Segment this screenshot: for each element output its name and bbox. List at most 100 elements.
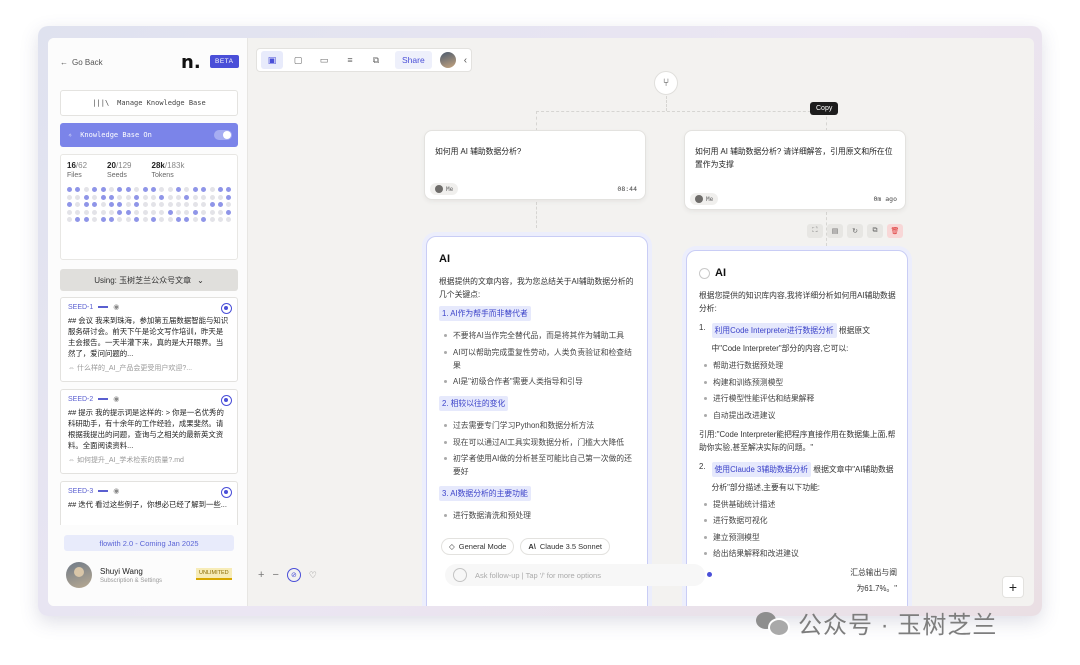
seed-dot <box>159 187 165 192</box>
list-item: 过去需要专门学习Python和数据分析方法 <box>439 419 637 432</box>
zoom-out-icon[interactable]: − <box>272 569 278 581</box>
timestamp: 08:44 <box>617 185 637 193</box>
seed-dot <box>192 194 198 200</box>
section-heading: 3. AI数据分析的主要功能 <box>439 486 531 501</box>
branch-icon[interactable]: ⑂ <box>654 71 678 95</box>
seed-card[interactable]: SEED-3 ◉ ## 迭代 看过这些例子，你想必已经了解到一些... <box>60 481 238 525</box>
lightbulb-icon[interactable]: ♡ <box>309 570 317 581</box>
eye-icon[interactable]: ◉ <box>113 487 119 495</box>
seed-dot <box>176 202 182 207</box>
list-icon[interactable]: ≡ <box>339 51 361 69</box>
seed-dot <box>209 209 215 215</box>
go-back-button[interactable]: ← Go Back <box>60 58 103 67</box>
seed-dot <box>117 217 123 222</box>
seed-dot <box>184 202 190 207</box>
list-item: 进行模型性能评估和结果解释 <box>699 392 897 405</box>
seed-source-link[interactable]: ⇔ 如何提升_AI_学术检索的质量?.md <box>68 455 230 465</box>
compass-icon[interactable]: ⊘ <box>286 568 301 582</box>
knowledge-source-select[interactable]: Using: 玉树芝兰公众号文章 ⌄ <box>60 269 238 291</box>
eye-icon[interactable]: ◉ <box>113 395 119 403</box>
user-profile[interactable]: Shuyi Wang Subscription & Settings <box>66 562 162 588</box>
seed-dot <box>67 187 72 192</box>
seed-dot <box>108 194 114 200</box>
seed-dot <box>125 202 131 207</box>
seed-select-radio[interactable] <box>221 487 232 498</box>
canvas-toolbar: ▣ ▢ ▭ ≡ ⧉ Share ‹ <box>256 48 473 72</box>
model-select[interactable]: A\ Claude 3.5 Sonnet <box>520 538 610 555</box>
anthropic-icon: A\ <box>528 542 536 551</box>
seed-dot <box>201 217 207 222</box>
seed-dot <box>201 202 207 207</box>
copy-icon[interactable]: ⧉ <box>867 224 883 238</box>
seed-dot <box>159 202 165 207</box>
seed-dot <box>117 209 123 215</box>
seed-source-link[interactable]: ⇔ 什么样的_AI_产品会更受用户欢迎?... <box>68 363 230 373</box>
seed-dot <box>226 217 232 222</box>
seed-dot <box>83 217 89 222</box>
delete-icon[interactable]: 🗑 <box>887 224 903 238</box>
seed-dot <box>176 217 182 222</box>
section-heading: 利用Code Interpreter进行数据分析 <box>711 323 837 338</box>
seed-dot <box>75 187 81 192</box>
seed-dot <box>150 202 156 207</box>
seed-dot-grid <box>67 187 232 222</box>
slides-icon[interactable]: ▭ <box>313 51 335 69</box>
follow-up-input[interactable]: Ask follow-up | Tap '/' for more options <box>445 564 712 586</box>
seed-dot <box>75 202 81 207</box>
logo: n. <box>181 52 201 73</box>
seed-dot <box>192 209 198 215</box>
seed-dot <box>226 194 232 200</box>
manage-knowledge-base-button[interactable]: |||\ Manage Knowledge Base <box>60 90 238 116</box>
question-card[interactable]: 如何用 AI 辅助数据分析? Me 08:44 <box>424 130 646 200</box>
sidebar: ← Go Back n. BETA |||\ Manage Knowledge … <box>48 38 248 606</box>
seed-dot <box>134 202 140 207</box>
knowledge-base-switch[interactable] <box>214 130 232 140</box>
timestamp: 0m ago <box>873 195 897 203</box>
copy-icon[interactable]: ⧉ <box>365 51 387 69</box>
collaborator-avatar[interactable] <box>439 52 456 68</box>
add-node-button[interactable]: + <box>1002 576 1024 598</box>
knowledge-base-toggle-bar[interactable]: ✧ Knowledge Base On <box>60 123 238 147</box>
seed-select-radio[interactable] <box>221 395 232 406</box>
quote-text: 引用:"Code Interpreter能把程序直接作用在数据集上面,帮助你实验… <box>699 429 896 452</box>
list-item: 不要将AI当作完全替代品，而是将其作为辅助工具 <box>439 329 637 342</box>
seed-body: ## 迭代 看过这些例子，你想必已经了解到一些... <box>68 500 227 509</box>
seed-dot <box>134 194 140 200</box>
seed-dot <box>150 194 156 200</box>
answer-card[interactable]: AI 根据您提供的知识库内容,我将详细分析如何用AI辅助数据分析: 1. 利用C… <box>686 250 908 606</box>
mode-select[interactable]: ◇ General Mode <box>441 538 515 555</box>
user-name: Shuyi Wang <box>100 566 143 576</box>
regenerate-icon[interactable]: ↻ <box>847 224 863 238</box>
seed-card[interactable]: SEED-1 ◉ ## 会议 我来到珠海，参加第五届数据智能与知识服务研讨会。前… <box>60 297 238 382</box>
sidebar-toggle-icon[interactable]: ▣ <box>261 51 283 69</box>
question-text: 如何用 AI 辅助数据分析? <box>435 147 522 156</box>
connector-line <box>666 96 667 111</box>
seed-card[interactable]: SEED-2 ◉ ## 提示 我的提示词是这样的: > 你是一名优秀的科研助手，… <box>60 389 238 474</box>
seeds-stat: 20/129 Seeds <box>107 161 132 179</box>
zoom-in-icon[interactable]: + <box>258 569 264 581</box>
seed-body: ## 会议 我来到珠海，参加第五届数据智能与知识服务研讨会。前天下午是论文写作培… <box>68 316 229 358</box>
seed-select-radio[interactable] <box>221 303 232 314</box>
sparkle-icon: ✧ <box>68 131 73 139</box>
plan-badge: UNLIMITED <box>196 568 232 580</box>
question-card[interactable]: 如何用 AI 辅助数据分析? 请详细解答，引用原文和所在位置作为支撑 Me 0m… <box>684 130 906 210</box>
share-button[interactable]: Share <box>395 51 432 69</box>
chevron-left-icon[interactable]: ‹ <box>464 55 467 66</box>
comment-icon[interactable]: ▢ <box>287 51 309 69</box>
seed-dot <box>100 217 106 222</box>
coming-soon-banner[interactable]: flowith 2.0 - Coming Jan 2025 <box>64 535 234 551</box>
seed-dot <box>167 202 173 207</box>
answer-title: AI <box>439 253 450 265</box>
eye-icon[interactable]: ◉ <box>113 303 119 311</box>
seed-dot <box>167 217 173 222</box>
diamond-icon: ◇ <box>449 542 455 551</box>
seed-dot <box>142 217 148 222</box>
node-actions: ⛶ ▤ ↻ ⧉ 🗑 <box>807 224 903 238</box>
seed-dot <box>75 194 81 200</box>
expand-icon[interactable]: ⛶ <box>807 224 823 238</box>
subscription-settings-link[interactable]: Subscription & Settings <box>100 578 162 584</box>
document-icon[interactable]: ▤ <box>827 224 843 238</box>
seed-title: SEED-3 <box>68 487 94 495</box>
seed-dot <box>176 187 182 192</box>
answer-body: 根据您提供的知识库内容,我将详细分析如何用AI辅助数据分析: 1. 利用Code… <box>699 291 897 593</box>
